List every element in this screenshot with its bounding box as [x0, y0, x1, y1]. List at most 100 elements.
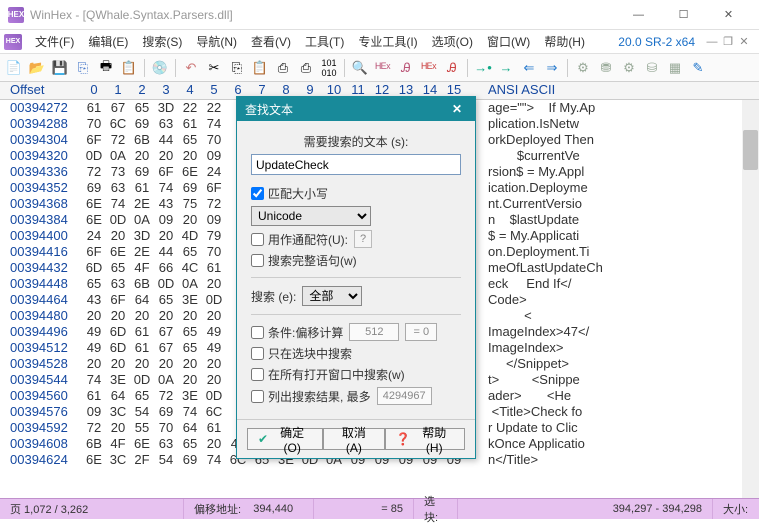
condition-offset-checkbox[interactable]: 条件:偏移计算 — [251, 324, 343, 341]
list-results-checkbox[interactable]: 列出搜索结果, 最多 — [251, 388, 371, 405]
mdi-restore-icon[interactable]: ❐ — [721, 35, 735, 49]
menu-f[interactable]: 文件(F) — [28, 30, 81, 53]
status-selection-label: 选块: — [414, 499, 458, 519]
open-folder-icon[interactable]: 📂 — [27, 58, 47, 78]
only-block-checkbox[interactable]: 只在选块中搜索 — [251, 345, 352, 362]
ascii-row[interactable]: $ = My.Applicati — [488, 228, 741, 244]
condition-eq-input[interactable] — [405, 323, 437, 341]
offset-cell: 00394448 — [10, 276, 82, 292]
search-text-input[interactable] — [251, 154, 461, 175]
ascii-row[interactable]: ication.Deployme — [488, 180, 741, 196]
mdi-close-icon[interactable]: ✕ — [737, 35, 751, 49]
paste-hex-icon[interactable]: ⎙ — [296, 58, 316, 78]
ascii-row[interactable]: r Update to Clic — [488, 420, 741, 436]
cut-icon[interactable]: ✂ — [204, 58, 224, 78]
ascii-row[interactable]: t> <Snippe — [488, 372, 741, 388]
ascii-row[interactable]: meOfLastUpdateCh — [488, 260, 741, 276]
menu-o[interactable]: 选项(O) — [425, 30, 480, 53]
ascii-row[interactable]: age=""> If My.Ap — [488, 100, 741, 116]
ascii-row[interactable]: Code> — [488, 292, 741, 308]
offset-cell: 00394624 — [10, 452, 82, 468]
dialog-close-icon[interactable]: ✕ — [447, 102, 467, 116]
search-direction-select[interactable]: 全部 — [302, 286, 362, 306]
go-next-icon[interactable]: ⇒ — [542, 58, 562, 78]
disk-icon[interactable]: ⛃ — [596, 58, 616, 78]
ascii-row[interactable]: eck End If</ — [488, 276, 741, 292]
close-button[interactable]: ✕ — [706, 1, 751, 29]
ascii-row[interactable]: ImageIndex>47</ — [488, 324, 741, 340]
calc-icon[interactable]: ⚙ — [619, 58, 639, 78]
mdi-minimize-icon[interactable]: — — [705, 35, 719, 49]
encoding-select[interactable]: Unicode — [251, 206, 371, 226]
offset-cell: 00394464 — [10, 292, 82, 308]
new-file-icon[interactable]: 📄 — [4, 58, 24, 78]
go-back-icon[interactable]: ⇐ — [519, 58, 539, 78]
wildcards-checkbox[interactable]: 用作通配符(U): — [251, 231, 348, 248]
ascii-row[interactable]: on.Deployment.Ti — [488, 244, 741, 260]
offset-cell: 00394544 — [10, 372, 82, 388]
hex-col-1: 1 — [106, 82, 130, 99]
ascii-row[interactable]: ImageIndex> — [488, 340, 741, 356]
ascii-row[interactable]: n $lastUpdate — [488, 212, 741, 228]
find-hex-icon[interactable]: ᴴᴱˣ — [373, 58, 393, 78]
ascii-row[interactable]: </Snippet> — [488, 356, 741, 372]
options-icon[interactable]: ✎ — [688, 58, 708, 78]
menu-s[interactable]: 搜索(S) — [135, 30, 189, 53]
copy-icon[interactable]: ⎘ — [227, 58, 247, 78]
ascii-row[interactable]: nt.CurrentVersio — [488, 196, 741, 212]
menu-t[interactable]: 工具(T) — [298, 30, 351, 53]
all-windows-checkbox[interactable]: 在所有打开窗口中搜索(w) — [251, 366, 405, 383]
paste-icon[interactable]: 📋 — [250, 58, 270, 78]
find-text-icon[interactable]: Ꭿ — [396, 58, 416, 78]
print-icon[interactable]: 🖶 — [96, 58, 116, 78]
ascii-row[interactable]: < — [488, 308, 741, 324]
ram-icon[interactable]: ⚙ — [573, 58, 593, 78]
open-disk-icon[interactable]: 💿 — [150, 58, 170, 78]
whole-words-checkbox[interactable]: 搜索完整语句(w) — [251, 252, 357, 269]
ascii-row[interactable]: n</Title> — [488, 452, 741, 468]
menu-w[interactable]: 窗口(W) — [480, 30, 537, 53]
wildcard-help-icon[interactable]: ? — [354, 230, 372, 248]
menu-n[interactable]: 导航(N) — [189, 30, 244, 53]
ascii-row[interactable]: plication.IsNetw — [488, 116, 741, 132]
hex-col-4: 4 — [178, 82, 202, 99]
find-icon[interactable]: 🔍 — [350, 58, 370, 78]
binary-icon[interactable]: 101010 — [319, 58, 339, 78]
ascii-row[interactable]: orkDeployed Then — [488, 132, 741, 148]
menu-i[interactable]: 专业工具(I) — [351, 30, 424, 53]
maximize-button[interactable]: ☐ — [661, 1, 706, 29]
ascii-column[interactable]: age=""> If My.Application.IsNetworkDeplo… — [476, 100, 759, 498]
cancel-button[interactable]: 取消(A) — [323, 428, 384, 450]
vertical-scrollbar[interactable] — [742, 100, 759, 498]
max-results-input[interactable] — [377, 387, 432, 405]
match-case-checkbox[interactable]: 匹配大小写 — [251, 185, 328, 202]
offset-column-header: Offset — [0, 82, 82, 99]
minimize-button[interactable]: — — [616, 1, 661, 29]
ascii-row[interactable]: rsion$ = My.Appl — [488, 164, 741, 180]
toolbar: 📄 📂 💾 ⎘ 🖶 📋 💿 ↶ ✂ ⎘ 📋 ⎙ ⎙ 101010 🔍 ᴴᴱˣ Ꭿ… — [0, 54, 759, 82]
menu-h[interactable]: 帮助(H) — [537, 30, 592, 53]
save-icon[interactable]: 💾 — [50, 58, 70, 78]
template-icon[interactable]: ▦ — [665, 58, 685, 78]
menu-e[interactable]: 编辑(E) — [81, 30, 135, 53]
condition-mod-input[interactable] — [349, 323, 399, 341]
menu-v[interactable]: 查看(V) — [244, 30, 298, 53]
undo-icon[interactable]: ↶ — [181, 58, 201, 78]
save-all-icon[interactable]: ⎘ — [73, 58, 93, 78]
analyze-icon[interactable]: ⛁ — [642, 58, 662, 78]
offset-column: 0039427200394288003943040039432000394336… — [0, 100, 82, 498]
copy-hex-icon[interactable]: ⎙ — [273, 58, 293, 78]
replace-text-icon[interactable]: Ꭿ — [442, 58, 462, 78]
help-button[interactable]: ❓帮助(H) — [385, 428, 465, 450]
ascii-row[interactable]: ader> <He — [488, 388, 741, 404]
goto-icon[interactable]: →• — [473, 58, 493, 78]
replace-hex-icon[interactable]: ᴴᴱˣ — [419, 58, 439, 78]
hex-col-5: 5 — [202, 82, 226, 99]
ascii-row[interactable]: kOnce Applicatio — [488, 436, 741, 452]
ascii-row[interactable]: $currentVe — [488, 148, 741, 164]
go-forward-icon[interactable]: → — [496, 58, 516, 78]
ascii-column-header: ANSI ASCII — [476, 82, 759, 99]
ok-button[interactable]: ✔确定(O) — [247, 428, 323, 450]
ascii-row[interactable]: <Title>Check fo — [488, 404, 741, 420]
properties-icon[interactable]: 📋 — [119, 58, 139, 78]
